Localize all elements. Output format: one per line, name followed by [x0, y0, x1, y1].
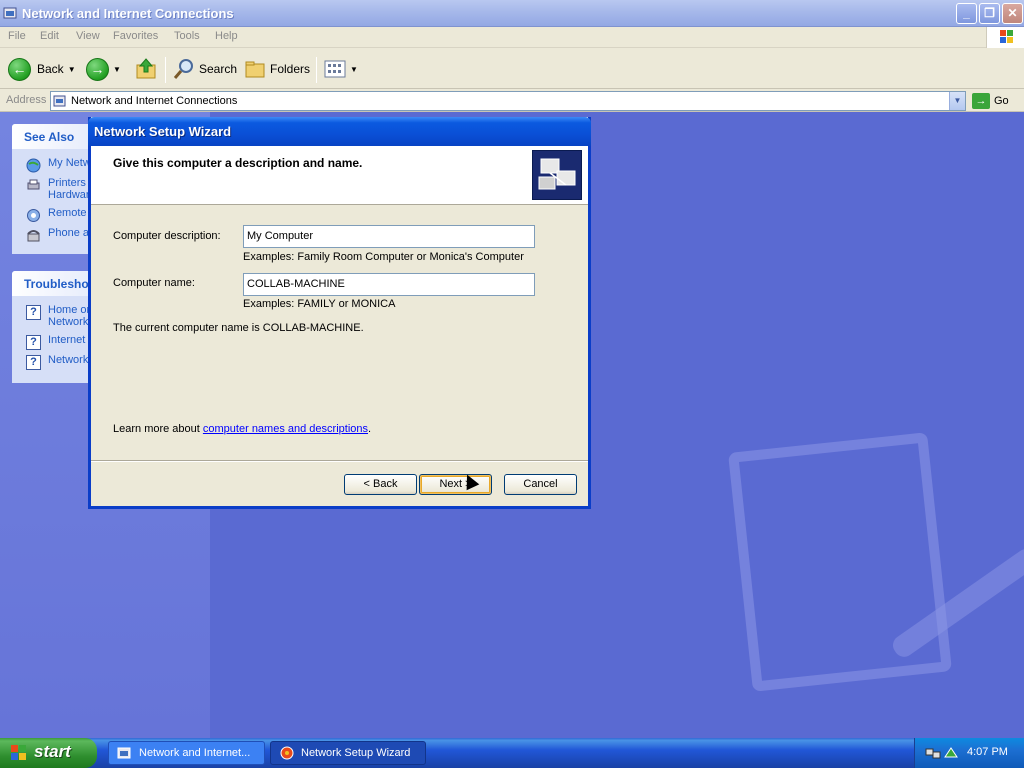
- forward-dropdown-icon[interactable]: ▼: [113, 65, 121, 74]
- computer-names-link[interactable]: computer names and descriptions: [203, 423, 368, 435]
- windows-logo-icon: [986, 27, 1024, 48]
- see-also-item-label: Remote: [48, 207, 87, 219]
- network-folder-icon: [117, 747, 131, 759]
- system-tray: 4:07 PM: [914, 738, 1024, 768]
- minimize-button[interactable]: _: [956, 3, 977, 24]
- address-value: Network and Internet Connections: [71, 95, 238, 107]
- menu-file[interactable]: File: [8, 30, 26, 42]
- dialog-titlebar[interactable]: Network Setup Wizard: [88, 117, 591, 146]
- computer-description-input[interactable]: My Computer: [243, 225, 535, 248]
- menu-help[interactable]: Help: [215, 30, 238, 42]
- address-dropdown-icon[interactable]: ▼: [949, 92, 965, 110]
- start-button[interactable]: start: [0, 738, 97, 768]
- search-icon: [173, 59, 193, 79]
- wizard-icon: [280, 746, 294, 760]
- up-folder-button[interactable]: [134, 57, 158, 81]
- next-button[interactable]: Next >: [419, 474, 492, 495]
- help-icon: ?: [26, 355, 41, 370]
- toolbar-separator: [165, 57, 166, 83]
- network-computers-icon: [532, 150, 582, 200]
- cancel-button[interactable]: Cancel: [504, 474, 577, 495]
- menu-tools[interactable]: Tools: [174, 30, 200, 42]
- wireless-tray-icon[interactable]: [943, 745, 959, 761]
- views-button[interactable]: ▼: [324, 57, 358, 81]
- windows-flag-icon: [11, 745, 26, 760]
- back-arrow-icon: ←: [8, 57, 31, 81]
- taskbar-item-network-setup-wizard[interactable]: Network Setup Wizard: [270, 741, 426, 765]
- help-icon: ?: [26, 305, 41, 320]
- views-icon: [324, 60, 346, 78]
- description-hint: Examples: Family Room Computer or Monica…: [243, 251, 524, 263]
- wizard-header: Give this computer a description and nam…: [91, 146, 588, 205]
- network-folder-icon: [3, 7, 17, 19]
- remote-assistance-icon: [27, 209, 40, 222]
- address-bar: Address Network and Internet Connections…: [0, 90, 1024, 112]
- toolbar: ← Back ▼ → ▼ Search Folders ▼: [0, 49, 1024, 89]
- maximize-button[interactable]: ❐: [979, 3, 1000, 24]
- taskbar-item-network-connections[interactable]: Network and Internet...: [108, 741, 265, 765]
- go-arrow-icon: →: [972, 93, 990, 109]
- go-label: Go: [994, 95, 1009, 107]
- folders-button[interactable]: Folders: [244, 57, 310, 81]
- folders-icon: [245, 61, 265, 78]
- network-setup-wizard-dialog: Network Setup Wizard Give this computer …: [88, 117, 591, 509]
- taskbar-item-label: Network and Internet...: [139, 747, 251, 759]
- current-name-text: The current computer name is COLLAB-MACH…: [113, 322, 364, 334]
- computer-name-input[interactable]: COLLAB-MACHINE: [243, 273, 535, 296]
- close-button[interactable]: ✕: [1002, 3, 1023, 24]
- see-also-item-label: Printers: [48, 177, 86, 189]
- see-also-item-label: Phone a: [48, 227, 89, 239]
- forward-button[interactable]: → ▼: [86, 57, 121, 81]
- see-also-item-label: My Netw: [48, 157, 91, 169]
- start-label: start: [34, 742, 71, 761]
- back-dropdown-icon[interactable]: ▼: [68, 65, 76, 74]
- troubleshooter-item-label: Home or: [48, 304, 91, 316]
- go-button[interactable]: → Go: [972, 92, 1009, 110]
- troubleshooter-item-label: Network: [48, 354, 89, 366]
- toolbar-separator: [316, 57, 317, 83]
- troubleshooter-item-label: Network: [48, 316, 89, 328]
- back-button[interactable]: ← Back ▼: [8, 57, 76, 81]
- learn-more-suffix: .: [368, 423, 372, 435]
- views-dropdown-icon[interactable]: ▼: [350, 65, 358, 74]
- menu-bar: File Edit View Favorites Tools Help: [0, 27, 1024, 48]
- menu-favorites[interactable]: Favorites: [113, 30, 158, 42]
- window-title: Network and Internet Connections: [22, 6, 234, 21]
- search-label: Search: [199, 62, 238, 76]
- name-hint: Examples: FAMILY or MONICA: [243, 298, 396, 310]
- menu-view[interactable]: View: [76, 30, 100, 42]
- printer-icon: [27, 179, 40, 190]
- help-icon: ?: [26, 335, 41, 350]
- network-tray-icon[interactable]: [925, 745, 941, 761]
- clock[interactable]: 4:07 PM: [967, 746, 1008, 758]
- see-also-item-label: Hardwar: [48, 189, 90, 201]
- description-label: Computer description:: [113, 230, 221, 242]
- window-titlebar[interactable]: Network and Internet Connections _ ❐ ✕: [0, 0, 1024, 27]
- computer-name-label: Computer name:: [113, 277, 195, 289]
- back-label: Back: [37, 62, 64, 76]
- folders-label: Folders: [270, 62, 311, 76]
- back-button[interactable]: < Back: [344, 474, 417, 495]
- search-button[interactable]: Search: [172, 57, 237, 81]
- forward-arrow-icon: →: [86, 57, 109, 81]
- watermark-checklist-icon: [728, 432, 952, 692]
- learn-more-prefix: Learn more about: [113, 423, 200, 435]
- learn-more-text: Learn more about computer names and desc…: [113, 423, 371, 435]
- troubleshooter-item-label: Internet: [48, 334, 86, 346]
- up-folder-icon: [136, 58, 156, 79]
- taskbar-item-label: Network Setup Wizard: [301, 747, 411, 759]
- dialog-title: Network Setup Wizard: [94, 124, 232, 139]
- menu-edit[interactable]: Edit: [40, 30, 59, 42]
- wizard-heading: Give this computer a description and nam…: [113, 156, 363, 170]
- dialog-separator: [91, 460, 588, 462]
- globe-icon: [26, 158, 41, 173]
- taskbar: start Network and Internet... Network Se…: [0, 738, 1024, 768]
- phone-icon: [27, 230, 40, 242]
- address-field[interactable]: Network and Internet Connections ▼: [50, 91, 966, 111]
- address-label: Address: [6, 94, 47, 106]
- network-folder-icon: [53, 95, 66, 107]
